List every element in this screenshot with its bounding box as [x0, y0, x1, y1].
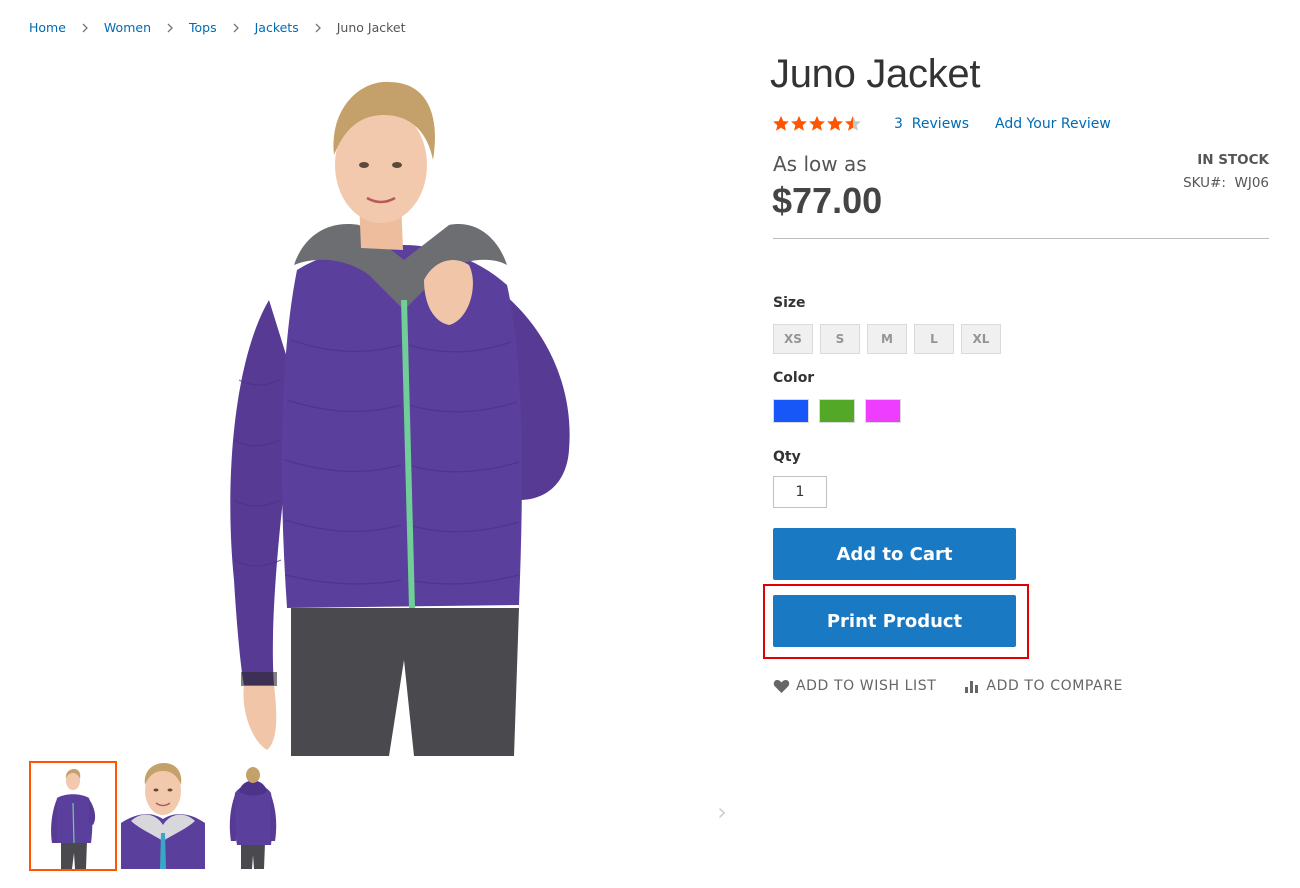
color-option-pink[interactable] — [865, 399, 901, 423]
size-option-m[interactable]: M — [867, 324, 907, 354]
star-half-icon — [845, 115, 861, 131]
add-review-link[interactable]: Add Your Review — [995, 116, 1111, 132]
color-option-blue[interactable] — [773, 399, 809, 423]
size-option-xs[interactable]: XS — [773, 324, 813, 354]
qty-input[interactable] — [773, 476, 827, 508]
thumbnail-front[interactable] — [29, 761, 117, 871]
reviews-link[interactable]: 3 Reviews — [894, 116, 969, 132]
wishlist-label: ADD TO WISH LIST — [796, 678, 937, 694]
breadcrumb-jackets[interactable]: Jackets — [255, 20, 299, 35]
star-icon — [809, 115, 825, 131]
color-label: Color — [773, 370, 815, 386]
thumbnail-strip — [29, 761, 297, 871]
breadcrumb-women[interactable]: Women — [104, 20, 151, 35]
add-to-cart-button[interactable]: Add to Cart — [773, 528, 1016, 580]
color-option-green[interactable] — [819, 399, 855, 423]
chevron-right-icon — [166, 23, 174, 33]
product-price: $77.00 — [772, 180, 883, 221]
breadcrumb: Home Women Tops Jackets Juno Jacket — [29, 20, 406, 35]
breadcrumb-home[interactable]: Home — [29, 20, 66, 35]
heart-icon — [773, 679, 790, 693]
product-rating — [772, 115, 862, 132]
product-social-actions: ADD TO WISH LIST ADD TO COMPARE — [773, 678, 1151, 694]
print-product-button[interactable]: Print Product — [773, 595, 1016, 647]
sku-label: SKU#: — [1183, 175, 1226, 191]
product-title: Juno Jacket — [770, 52, 981, 96]
size-option-l[interactable]: L — [914, 324, 954, 354]
star-icon — [827, 115, 843, 131]
add-to-compare-button[interactable]: ADD TO COMPARE — [964, 678, 1123, 694]
add-to-wishlist-button[interactable]: ADD TO WISH LIST — [773, 678, 936, 694]
chevron-right-icon — [232, 23, 240, 33]
stock-status: IN STOCK — [1197, 152, 1269, 168]
divider — [773, 238, 1269, 239]
size-option-s[interactable]: S — [820, 324, 860, 354]
breadcrumb-current: Juno Jacket — [336, 20, 406, 35]
compare-chart-icon — [965, 681, 979, 693]
thumbnail-closeup[interactable] — [119, 761, 207, 871]
compare-label: ADD TO COMPARE — [986, 678, 1124, 694]
chevron-right-icon — [314, 23, 322, 33]
qty-label: Qty — [773, 449, 801, 465]
size-option-xl[interactable]: XL — [961, 324, 1001, 354]
product-main-image[interactable] — [29, 60, 739, 756]
chevron-right-icon — [81, 23, 89, 33]
sku: SKU#: WJ06 — [1183, 175, 1269, 191]
thumbnail-back[interactable] — [209, 761, 297, 871]
price-prefix: As low as — [773, 152, 867, 176]
color-options — [773, 399, 901, 423]
size-label: Size — [773, 295, 806, 311]
gallery-next-icon[interactable]: › — [712, 798, 732, 826]
sku-value: WJ06 — [1234, 175, 1269, 191]
size-options: XS S M L XL — [773, 324, 1001, 354]
star-icon — [791, 115, 807, 131]
rating-stars — [772, 115, 862, 132]
star-icon — [773, 115, 789, 131]
breadcrumb-tops[interactable]: Tops — [189, 20, 217, 35]
